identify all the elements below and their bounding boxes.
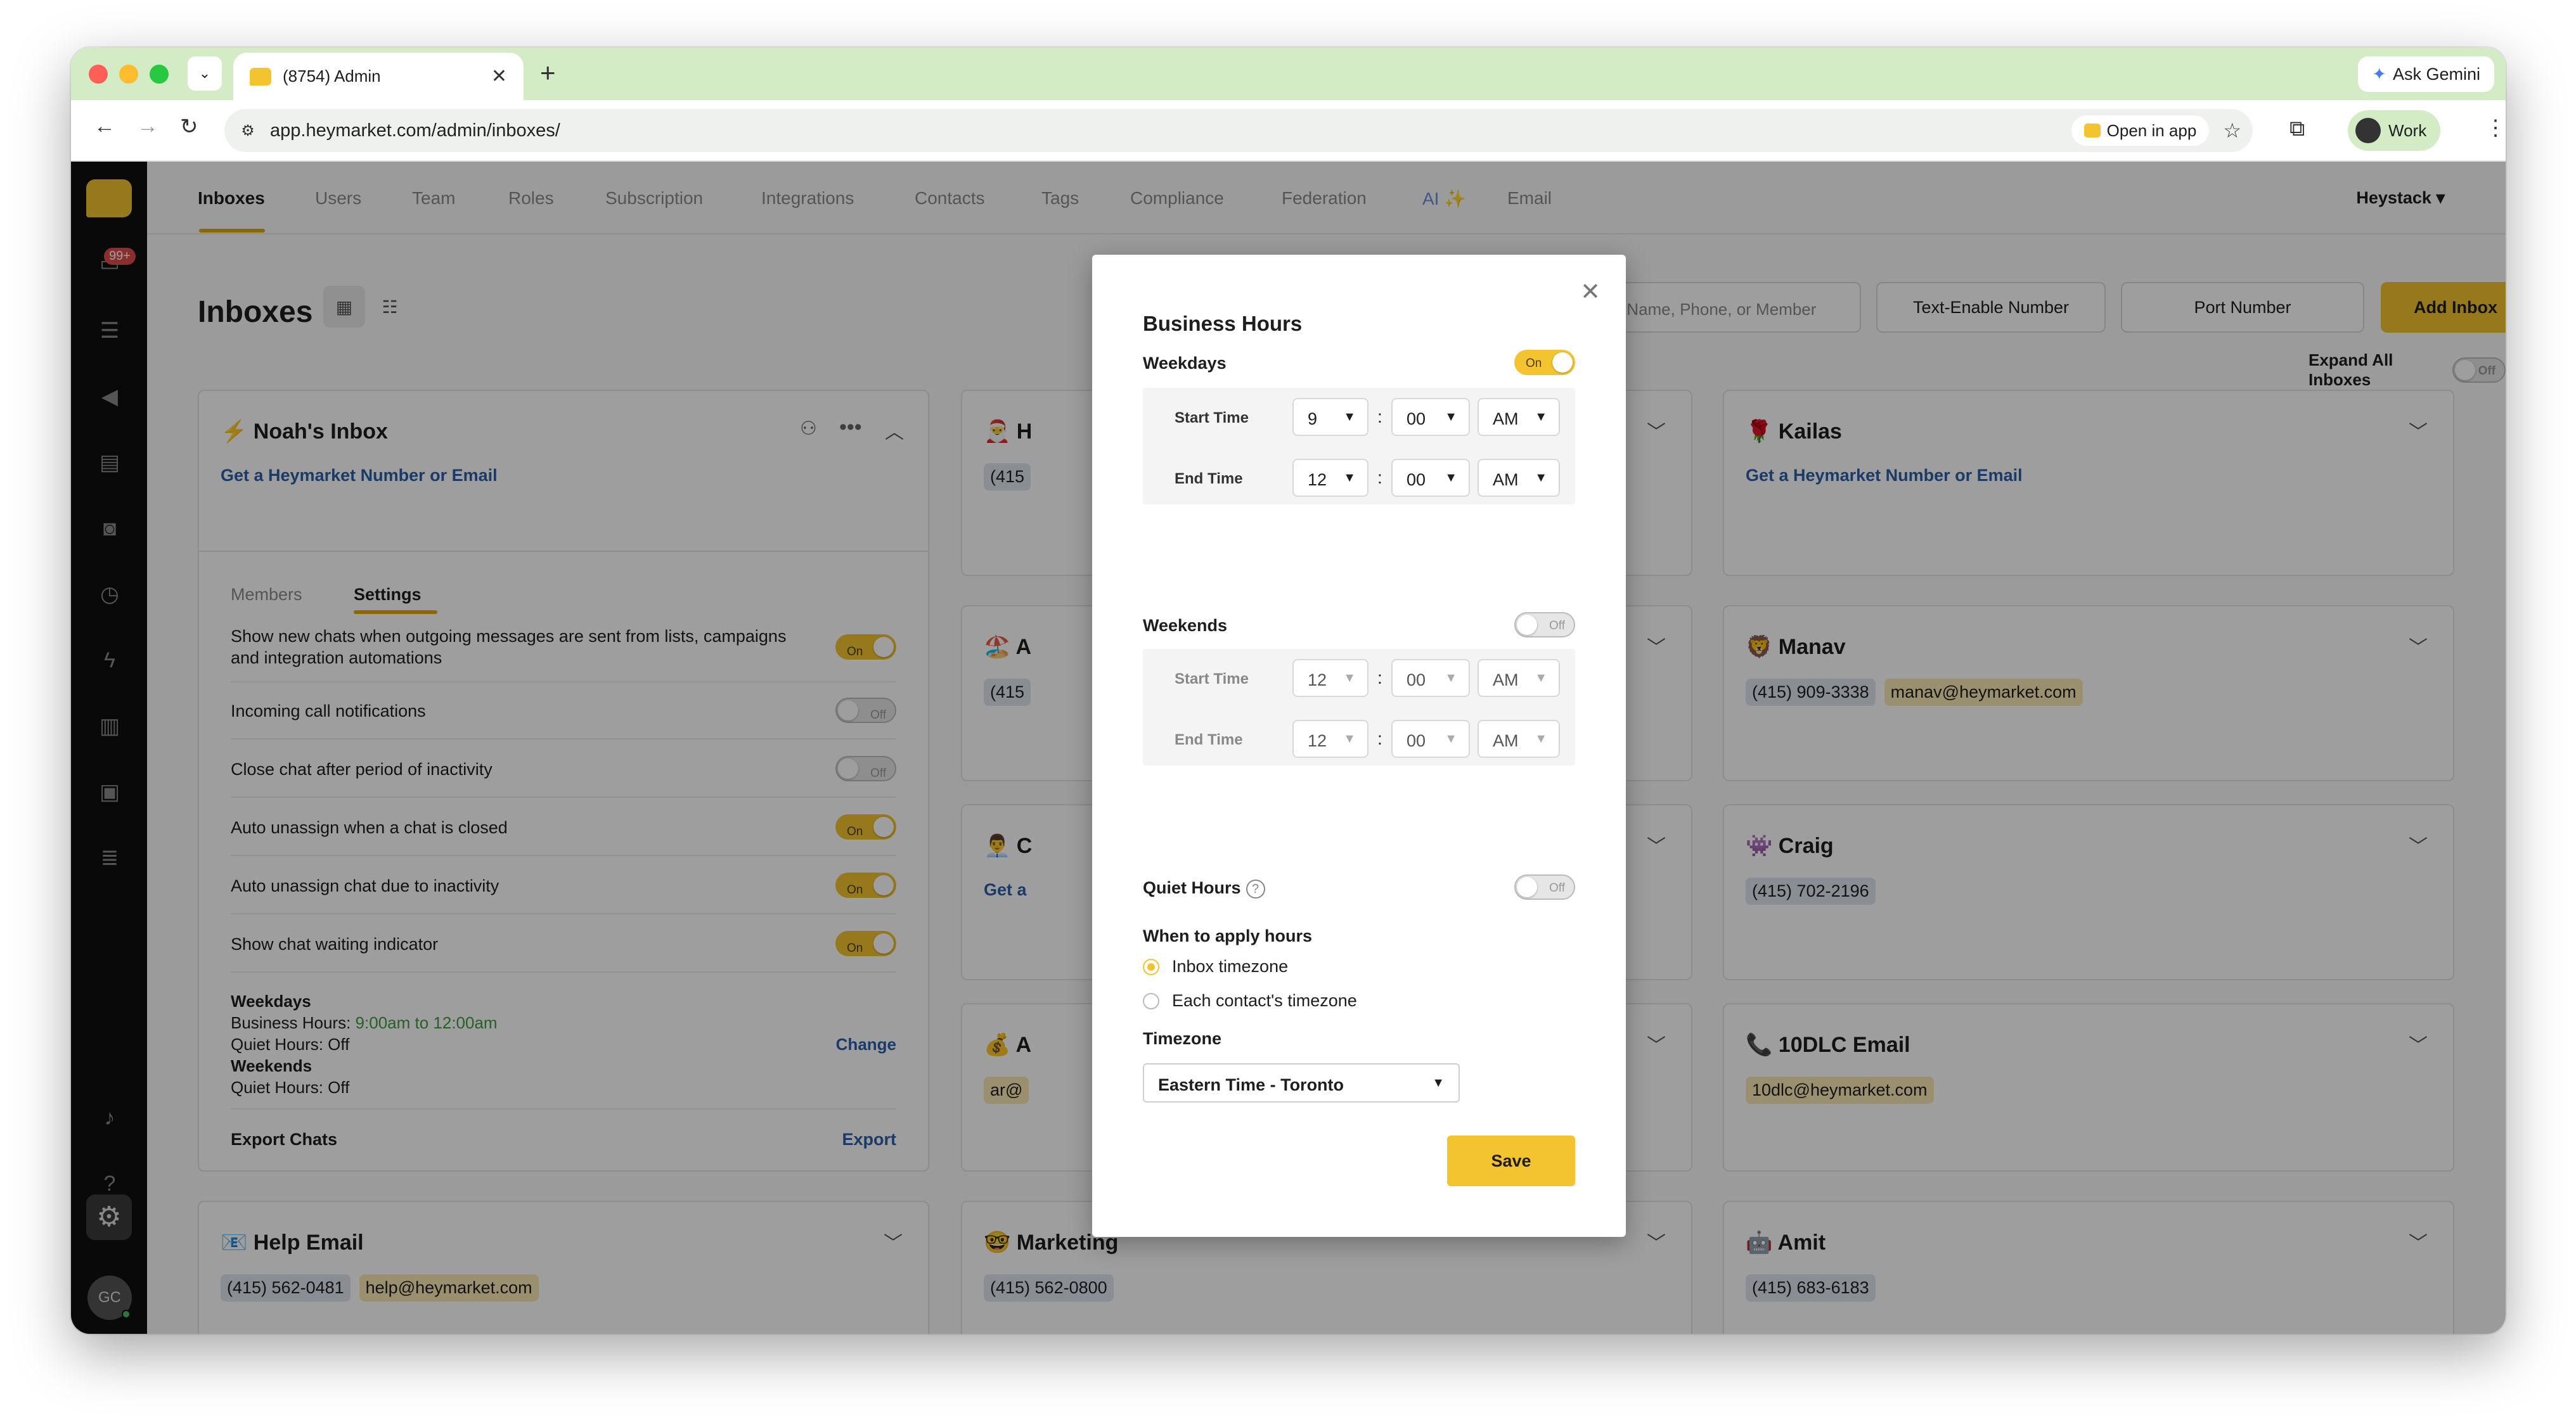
end-minute-select[interactable]: 00 ▼ — [1391, 720, 1470, 758]
start-minute-select[interactable]: 00 ▼ — [1391, 659, 1470, 697]
forward-arrow-icon[interactable]: → — [137, 114, 158, 139]
quiet-hours-toggle[interactable]: Off — [1514, 874, 1575, 900]
browser-window: ⌄ (8754) Admin ✕ + ✦ Ask Gemini ← → ↻ ⚙ … — [71, 48, 2506, 1334]
start-ampm-select[interactable]: AM ▼ — [1478, 398, 1560, 436]
timezone-value: Eastern Time - Toronto — [1158, 1075, 1344, 1094]
heymarket-favicon — [250, 67, 271, 86]
radio-unselected — [1143, 992, 1159, 1009]
start-ampm-select[interactable]: AM ▼ — [1478, 659, 1560, 697]
end-ampm-select[interactable]: AM ▼ — [1478, 459, 1560, 497]
timezone-select[interactable]: Eastern Time - Toronto ▼ — [1143, 1063, 1460, 1103]
start-time-label: Start Time — [1175, 670, 1249, 688]
weekdays-times-panel: Start Time 9 ▼ : 00 ▼ AM ▼ End Time 12 ▼ : 0… — [1143, 388, 1575, 504]
save-button[interactable]: Save — [1447, 1136, 1575, 1186]
close-icon[interactable]: ✕ — [1580, 278, 1600, 306]
end-time-label: End Time — [1175, 731, 1243, 748]
end-hour-select[interactable]: 12 ▼ — [1292, 720, 1368, 758]
end-minute-select[interactable]: 00 ▼ — [1391, 459, 1470, 497]
close-window-button[interactable] — [89, 65, 108, 84]
app-icon — [2083, 124, 2101, 138]
profile-label: Work — [2388, 120, 2427, 140]
end-hour-select[interactable]: 12 ▼ — [1292, 459, 1368, 497]
weekends-end-row: End Time 12 ▼ : 00 ▼ AM ▼ — [1143, 720, 1575, 758]
time-colon: : — [1377, 468, 1382, 487]
time-colon: : — [1377, 668, 1382, 688]
time-colon: : — [1377, 729, 1382, 748]
minimize-window-button[interactable] — [119, 65, 138, 84]
start-time-label: Start Time — [1175, 409, 1249, 426]
extensions-puzzle-icon[interactable]: ⧉ — [2289, 117, 2305, 141]
start-hour-select[interactable]: 12 ▼ — [1292, 659, 1368, 697]
weekends-times-panel: Start Time 12 ▼ : 00 ▼ AM ▼ End Time 12 ▼ : … — [1143, 649, 1575, 765]
open-in-app-label: Open in app — [2106, 120, 2197, 140]
weekdays-toggle[interactable]: On — [1514, 350, 1575, 375]
ask-gemini-label: Ask Gemini — [2392, 64, 2480, 84]
url-text[interactable]: app.heymarket.com/admin/inboxes/ — [270, 120, 560, 141]
radio-contact-timezone[interactable]: Each contact's timezone — [1143, 991, 1357, 1011]
weekends-start-row: Start Time 12 ▼ : 00 ▼ AM ▼ — [1143, 659, 1575, 697]
caret-down-icon: ▼ — [1432, 1076, 1445, 1090]
reload-icon[interactable]: ↻ — [180, 114, 198, 139]
profile-avatar — [2355, 118, 2381, 143]
weekdays-label: Weekdays — [1143, 354, 1227, 373]
browser-tab[interactable]: (8754) Admin ✕ — [233, 53, 524, 100]
weekdays-end-row: End Time 12 ▼ : 00 ▼ AM ▼ — [1143, 459, 1575, 497]
quiet-hours-text: Quiet Hours — [1143, 878, 1241, 897]
quiet-hours-label: Quiet Hours? — [1143, 878, 1265, 899]
profile-button[interactable]: Work — [2348, 110, 2441, 151]
address-toolbar: ← → ↻ ⚙ app.heymarket.com/admin/inboxes/… — [71, 100, 2506, 162]
start-hour-select[interactable]: 9 ▼ — [1292, 398, 1368, 436]
end-ampm-select[interactable]: AM ▼ — [1478, 720, 1560, 758]
ask-gemini-button[interactable]: ✦ Ask Gemini — [2358, 56, 2494, 92]
back-arrow-icon[interactable]: ← — [94, 114, 115, 139]
radio-selected — [1143, 958, 1159, 975]
maximize-window-button[interactable] — [150, 65, 169, 84]
site-info-icon[interactable]: ⚙ — [236, 118, 260, 143]
time-colon: : — [1377, 407, 1382, 426]
radio-label: Each contact's timezone — [1172, 991, 1357, 1010]
new-tab-icon[interactable]: + — [540, 58, 556, 88]
address-bar[interactable]: ⚙ app.heymarket.com/admin/inboxes/ Open … — [224, 109, 2253, 152]
weekends-toggle[interactable]: Off — [1514, 612, 1575, 637]
modal-title: Business Hours — [1143, 312, 1303, 335]
business-hours-modal: ✕ Business Hours Weekdays On Start Time … — [1092, 255, 1626, 1237]
radio-label: Inbox timezone — [1172, 957, 1289, 976]
weekdays-start-row: Start Time 9 ▼ : 00 ▼ AM ▼ — [1143, 398, 1575, 436]
tab-search-button[interactable]: ⌄ — [188, 56, 222, 91]
weekends-label: Weekends — [1143, 616, 1228, 635]
chevron-down-icon: ⌄ — [198, 65, 211, 81]
apply-hours-label: When to apply hours — [1143, 926, 1312, 945]
radio-inbox-timezone[interactable]: Inbox timezone — [1143, 957, 1288, 976]
browser-menu-icon[interactable]: ⋮ — [2485, 115, 2506, 141]
end-time-label: End Time — [1175, 470, 1243, 487]
tab-title: (8754) Admin — [283, 67, 381, 86]
gemini-sparkle-icon: ✦ — [2372, 64, 2386, 84]
close-tab-icon[interactable]: ✕ — [491, 65, 507, 87]
tab-strip: ⌄ (8754) Admin ✕ + ✦ Ask Gemini — [71, 48, 2506, 100]
open-in-app-button[interactable]: Open in app — [2071, 115, 2210, 146]
timezone-label: Timezone — [1143, 1029, 1222, 1048]
start-minute-select[interactable]: 00 ▼ — [1391, 398, 1470, 436]
bookmark-star-icon[interactable]: ☆ — [2223, 118, 2241, 143]
help-circle-icon[interactable]: ? — [1246, 879, 1265, 899]
